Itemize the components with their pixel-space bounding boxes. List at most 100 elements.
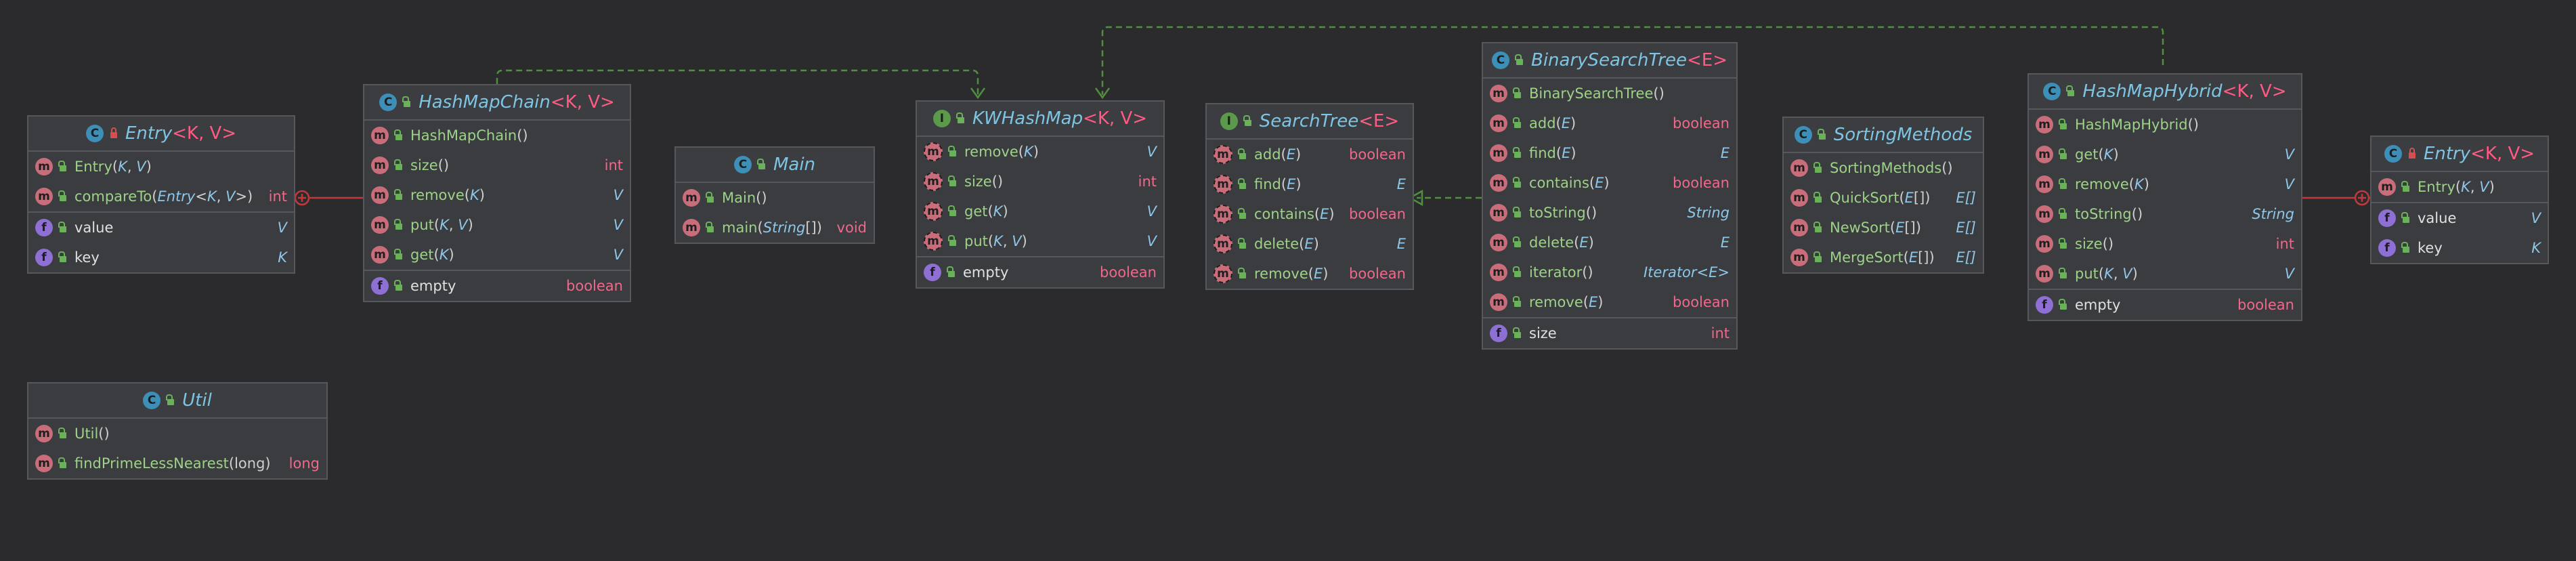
class-sortingmethods[interactable]: C SortingMethods m SortingMethods() m QuickSo… <box>1782 117 1984 274</box>
class-name-text: Entry <box>125 123 173 144</box>
field-row[interactable]: f empty boolean <box>364 271 630 301</box>
method-icon: m <box>1490 204 1507 222</box>
member-params: (E[]) <box>1889 220 1921 236</box>
class-entry-right[interactable]: C Entry<K, V> m Entry (K, V) f value Vf key K <box>2370 136 2549 264</box>
method-row[interactable]: m remove (E) boolean <box>1207 259 1413 289</box>
public-lock-icon <box>2401 211 2411 225</box>
method-row[interactable]: m get (K) V <box>917 196 1163 226</box>
public-lock-icon <box>1513 146 1522 160</box>
method-row[interactable]: m Entry (K, V) <box>2371 172 2548 202</box>
method-row[interactable]: m delete (E) E <box>1483 228 1736 257</box>
method-row[interactable]: m Util() <box>28 419 326 449</box>
member-params: (K, V) <box>433 217 473 233</box>
method-row[interactable]: m find (E) E <box>1483 138 1736 168</box>
public-lock-icon <box>58 427 68 440</box>
interface-icon: I <box>1220 112 1238 130</box>
class-generics: <K, V> <box>2470 144 2535 164</box>
public-lock-icon <box>948 175 958 188</box>
method-row[interactable]: m Main() <box>676 183 874 213</box>
method-row[interactable]: m add (E) boolean <box>1207 140 1413 169</box>
method-row[interactable]: m SortingMethods() <box>1784 153 1983 183</box>
member-name: empty <box>963 264 1009 280</box>
field-row[interactable]: f key K <box>28 243 294 272</box>
member-params: () <box>98 425 110 442</box>
class-hashmapchain[interactable]: C HashMapChain<K, V> m HashMapChain() m size(… <box>363 84 631 302</box>
class-header: C Entry<K, V> <box>2371 137 2548 172</box>
method-row[interactable]: m MergeSort (E[]) E[] <box>1784 243 1983 272</box>
method-row[interactable]: m BinarySearchTree() <box>1483 79 1736 108</box>
method-row[interactable]: m toString() String <box>2029 199 2301 229</box>
method-icon: m <box>1790 249 1808 266</box>
member-params: (K, V) <box>987 233 1027 249</box>
class-header: C Entry<K, V> <box>28 117 294 152</box>
member-params: () <box>1582 264 1593 280</box>
field-row[interactable]: f value V <box>28 213 294 243</box>
interface-searchtree[interactable]: I SearchTree<E> m add (E) boolean m find (E) Em co… <box>1205 103 1414 290</box>
method-row[interactable]: m size() int <box>917 167 1163 196</box>
member-name: get <box>410 247 434 263</box>
method-row[interactable]: m size() int <box>2029 229 2301 259</box>
method-row[interactable]: m size() int <box>364 150 630 180</box>
member-params: () <box>756 190 767 206</box>
method-row[interactable]: m remove (E) boolean <box>1483 287 1736 317</box>
fields-section: f empty boolean <box>917 257 1163 287</box>
method-row[interactable]: m remove (K) V <box>2029 169 2301 199</box>
member-name: QuickSort <box>1830 190 1899 206</box>
member-params: (E) <box>1308 266 1329 282</box>
method-row[interactable]: m findPrimeLessNearest (long) long <box>28 449 326 478</box>
field-row[interactable]: f empty boolean <box>917 257 1163 287</box>
member-name: put <box>2075 266 2099 282</box>
member-name: put <box>410 217 434 233</box>
public-lock-icon <box>58 221 68 234</box>
method-row[interactable]: m HashMapChain() <box>364 121 630 150</box>
member-name: toString <box>2075 206 2132 222</box>
methods-section: m remove (K) Vm size() int m get (K) Vm put (K, V) V <box>917 137 1163 257</box>
interface-kwhashmap[interactable]: I KWHashMap<K, V> m remove (K) Vm size() int m ge… <box>916 100 1165 289</box>
class-main[interactable]: C Main m Main() m main (String[]) void <box>674 146 875 244</box>
fields-section: f value Vf key K <box>28 213 294 272</box>
public-lock-icon <box>1513 87 1522 100</box>
field-row[interactable]: f size int <box>1483 318 1736 348</box>
method-row[interactable]: m put (K, V) V <box>2029 259 2301 289</box>
method-row[interactable]: m compareTo (Entry<K, V>) int <box>28 182 294 211</box>
member-params: (long) <box>228 455 271 472</box>
method-row[interactable]: m remove (K) V <box>917 137 1163 167</box>
method-row[interactable]: m get (K) V <box>2029 140 2301 169</box>
member-name: empty <box>410 278 456 294</box>
class-binarysearchtree[interactable]: C BinarySearchTree<E> m BinarySearchTree() m… <box>1482 42 1738 350</box>
class-name: Util <box>182 390 212 411</box>
class-hashmaphybrid[interactable]: C HashMapHybrid<K, V> m HashMapHybrid() m get… <box>2027 73 2302 321</box>
member-params: () <box>1941 160 1953 176</box>
abstract-method-icon: m <box>924 172 943 191</box>
method-row[interactable]: m main (String[]) void <box>676 213 874 243</box>
method-row[interactable]: m find (E) E <box>1207 169 1413 199</box>
field-row[interactable]: f value V <box>2371 203 2548 233</box>
method-icon: m <box>2036 265 2053 283</box>
public-lock-icon <box>1817 128 1827 142</box>
class-entry-left[interactable]: C Entry<K, V> m Entry (K, V) m compareTo (Entry… <box>27 115 295 274</box>
method-row[interactable]: m remove (K) V <box>364 180 630 210</box>
public-lock-icon <box>1513 176 1522 190</box>
method-row[interactable]: m Entry (K, V) <box>28 152 294 182</box>
class-name-text: Main <box>773 154 816 175</box>
method-row[interactable]: m contains (E) boolean <box>1483 168 1736 198</box>
class-icon: C <box>2043 83 2061 100</box>
method-row[interactable]: m delete (E) E <box>1207 229 1413 259</box>
field-row[interactable]: f key K <box>2371 233 2548 263</box>
method-row[interactable]: m contains (E) boolean <box>1207 199 1413 229</box>
method-row[interactable]: m QuickSort (E[]) E[] <box>1784 183 1983 213</box>
method-row[interactable]: m HashMapHybrid() <box>2029 110 2301 140</box>
member-name: size <box>964 173 992 190</box>
method-icon: m <box>683 189 700 207</box>
method-row[interactable]: m add (E) boolean <box>1483 108 1736 138</box>
class-util[interactable]: C Util m Util() m findPrimeLessNearest (long) l… <box>27 382 328 480</box>
method-row[interactable]: m iterator() Iterator<E> <box>1483 257 1736 287</box>
field-row[interactable]: f empty boolean <box>2029 290 2301 320</box>
member-params: (K) <box>2098 146 2119 163</box>
method-row[interactable]: m put (K, V) V <box>364 210 630 240</box>
method-row[interactable]: m toString() String <box>1483 198 1736 228</box>
method-row[interactable]: m get (K) V <box>364 240 630 270</box>
method-row[interactable]: m NewSort (E[]) E[] <box>1784 213 1983 243</box>
method-row[interactable]: m put (K, V) V <box>917 226 1163 256</box>
public-lock-icon <box>394 248 404 262</box>
